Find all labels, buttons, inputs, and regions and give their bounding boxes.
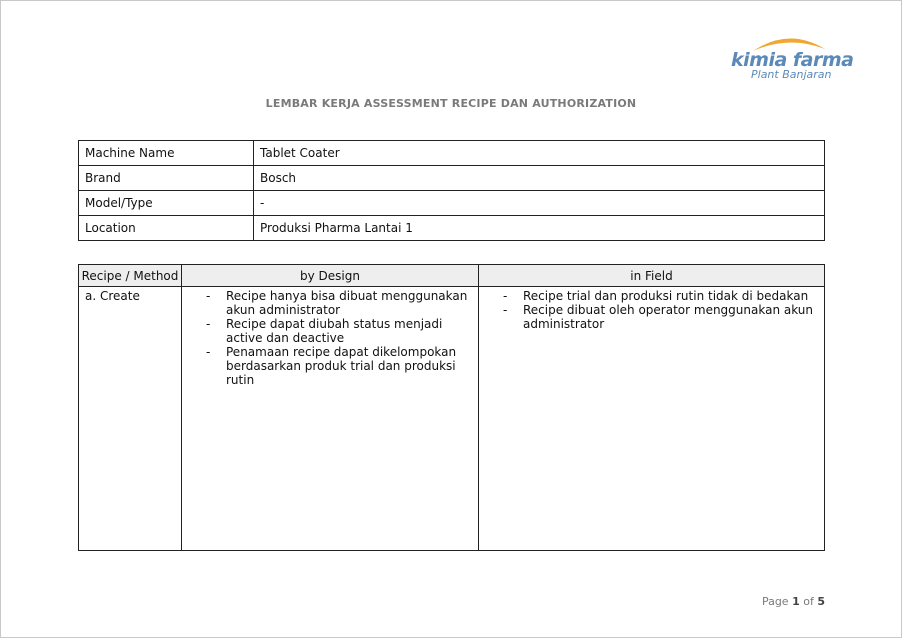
- total-pages: 5: [817, 595, 825, 608]
- info-label: Model/Type: [78, 190, 254, 216]
- of-word: of: [803, 595, 814, 608]
- list-item: Penamaan recipe dapat dikelompokan berda…: [206, 345, 472, 387]
- info-value: Bosch: [253, 165, 825, 191]
- info-row: Machine Name Tablet Coater: [78, 140, 825, 166]
- document-title: LEMBAR KERJA ASSESSMENT RECIPE DAN AUTHO…: [265, 97, 637, 110]
- field-cell: Recipe trial dan produksi rutin tidak di…: [478, 286, 825, 551]
- info-row: Brand Bosch: [78, 165, 825, 191]
- table-row: a. Create Recipe hanya bisa dibuat mengg…: [78, 286, 825, 551]
- info-value: Tablet Coater: [253, 140, 825, 166]
- info-label: Brand: [78, 165, 254, 191]
- kimia-farma-logo: kimia farma Plant Banjaran: [729, 31, 859, 83]
- current-page: 1: [792, 595, 800, 608]
- list-item: Recipe trial dan produksi rutin tidak di…: [503, 289, 818, 303]
- list-item: Recipe hanya bisa dibuat menggunakan aku…: [206, 289, 472, 317]
- column-header-method: Recipe / Method: [78, 264, 182, 287]
- logo-subtitle: Plant Banjaran: [751, 68, 832, 81]
- table-header-row: Recipe / Method by Design in Field: [78, 264, 825, 287]
- info-label: Machine Name: [78, 140, 254, 166]
- column-header-design: by Design: [181, 264, 479, 287]
- info-value: Produksi Pharma Lantai 1: [253, 215, 825, 241]
- list-item: Recipe dapat diubah status menjadi activ…: [206, 317, 472, 345]
- machine-info-table: Machine Name Tablet Coater Brand Bosch M…: [78, 140, 825, 241]
- method-cell: a. Create: [78, 286, 182, 551]
- design-cell: Recipe hanya bisa dibuat menggunakan aku…: [181, 286, 479, 551]
- assessment-table: Recipe / Method by Design in Field a. Cr…: [78, 264, 825, 551]
- info-row: Model/Type -: [78, 190, 825, 216]
- design-list: Recipe hanya bisa dibuat menggunakan aku…: [188, 289, 472, 387]
- field-list: Recipe trial dan produksi rutin tidak di…: [485, 289, 818, 331]
- info-row: Location Produksi Pharma Lantai 1: [78, 215, 825, 241]
- list-item: Recipe dibuat oleh operator menggunakan …: [503, 303, 818, 331]
- info-label: Location: [78, 215, 254, 241]
- page-number: Page 1 of 5: [762, 595, 825, 608]
- page-word: Page: [761, 595, 789, 608]
- info-value: -: [253, 190, 825, 216]
- column-header-field: in Field: [478, 264, 825, 287]
- document-page: kimia farma Plant Banjaran LEMBAR KERJA …: [0, 0, 902, 638]
